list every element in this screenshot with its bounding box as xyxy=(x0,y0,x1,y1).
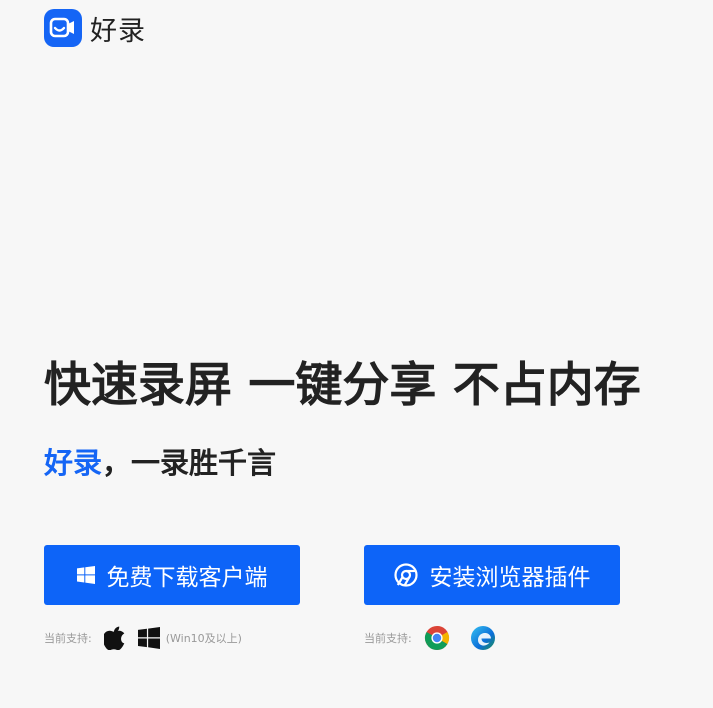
client-support-row: 当前支持: (Win10及以上) xyxy=(44,624,242,652)
hero-subhead: 好录，一录胜千言 xyxy=(44,440,276,482)
logo-text: 好录 xyxy=(90,15,146,47)
edge-icon xyxy=(470,625,496,651)
subhead-slogan: ，一录胜千言 xyxy=(102,446,277,480)
plugin-support-label: 当前支持: xyxy=(364,632,412,645)
client-support-note: (Win10及以上) xyxy=(165,632,242,645)
chrome-icon xyxy=(393,563,418,587)
hero-headline: 快速录屏 一键分享 不占内存 xyxy=(44,358,641,413)
windows-icon xyxy=(76,566,95,584)
subhead-brand: 好录 xyxy=(44,446,103,480)
chrome-icon xyxy=(424,625,450,651)
logo[interactable]: 好录 xyxy=(44,9,146,47)
install-plugin-label: 安装浏览器插件 xyxy=(429,565,591,591)
download-client-label: 免费下载客户端 xyxy=(106,565,268,591)
download-client-button[interactable]: 免费下载客户端 xyxy=(44,545,300,605)
client-support-label: 当前支持: xyxy=(44,632,92,645)
install-plugin-button[interactable]: 安装浏览器插件 xyxy=(364,545,620,605)
camera-smile-icon xyxy=(44,9,82,47)
windows-icon xyxy=(137,627,160,649)
plugin-support-row: 当前支持: xyxy=(364,624,508,652)
apple-icon xyxy=(103,626,126,650)
